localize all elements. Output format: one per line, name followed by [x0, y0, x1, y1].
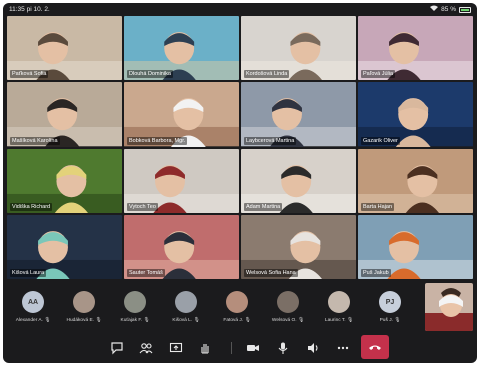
tray-participant[interactable]: AA Alexander A. 🎙: [13, 285, 53, 329]
participant-name: Kišová Laura: [10, 269, 47, 277]
tray-participant-name: Kuťajak F. 🎙: [120, 318, 150, 323]
video-tile[interactable]: Kordošová Linda: [241, 16, 356, 81]
participant-name: Kordošová Linda: [244, 70, 290, 79]
more-icon: [337, 346, 349, 350]
tray-participant-name: Kišová L. 🎙: [172, 318, 200, 323]
call-controls: [3, 333, 477, 363]
tray-participant[interactable]: Fatová J. 🎙: [217, 285, 257, 329]
video-tile[interactable]: Dlouhá Dominika: [124, 16, 239, 81]
chat-icon: [111, 342, 123, 355]
speaker-icon: [308, 343, 318, 353]
participant-name: Gazarik Oliver: [361, 136, 400, 145]
battery-icon: [459, 6, 471, 13]
more-button[interactable]: [333, 339, 353, 357]
video-grid: Paťková Sofia Dlouhá Dominika Kordošová Li…: [7, 16, 473, 281]
tray-participant-name: Laurinc T. 🎙: [324, 318, 354, 323]
clock: 11:35: [9, 6, 25, 13]
share-screen-button[interactable]: [166, 339, 186, 357]
tray-participant-name: Hudáková E. 🎙: [66, 318, 102, 323]
chat-button[interactable]: [107, 339, 127, 357]
divider: [231, 342, 232, 354]
speaker-button[interactable]: [303, 339, 323, 357]
avatar: [124, 291, 146, 313]
participant-name: Vidiška Richard: [10, 202, 53, 211]
video-tile[interactable]: Vidiška Richard: [7, 148, 122, 213]
share-screen-icon: [169, 342, 183, 353]
tray-participant[interactable]: Kuťajak F. 🎙: [115, 285, 155, 329]
meeting-window: 11:35 pi 10. 2. 85 % Paťková Sofia Dlouhá…: [3, 3, 477, 363]
wifi-icon: [430, 3, 439, 16]
date: pi 10. 2.: [26, 6, 50, 13]
video-tile[interactable]: Vytoch Teo: [124, 148, 239, 213]
participant-name: Bobková Barbora, Mgr.: [127, 136, 188, 145]
video-tile[interactable]: Adam Martina: [241, 148, 356, 213]
tray-participant-name: Welsová O. 🎙: [271, 318, 305, 323]
avatar: [226, 291, 248, 313]
camera-icon: [247, 345, 259, 351]
avatar: [277, 291, 299, 313]
tray-participant-name: Puš J. 🎙: [379, 318, 401, 323]
hang-up-icon: [369, 345, 381, 350]
participant-name: Paľová Júlia: [361, 70, 396, 79]
participant-name: Dlouhá Dominika: [127, 70, 173, 79]
microphone-icon: [278, 342, 288, 354]
status-bar: 11:35 pi 10. 2. 85 %: [3, 3, 477, 16]
tray-participant[interactable]: PJ Puš J. 🎙: [370, 285, 410, 329]
avatar: PJ: [379, 291, 401, 313]
participant-name: Paťková Sofia: [10, 70, 49, 79]
participant-name: Mašíková Karolína: [10, 136, 60, 145]
tray-participant[interactable]: Laurinc T. 🎙: [319, 285, 359, 329]
participants-icon: [139, 343, 153, 354]
tray-participant-name: Alexander A. 🎙: [15, 318, 51, 323]
video-tile[interactable]: Puš Jakub: [358, 214, 473, 279]
camera-button[interactable]: [243, 339, 263, 357]
video-tile[interactable]: Laybcerová Martina: [241, 82, 356, 147]
participant-tray: AA Alexander A. 🎙 Hudáková E. 🎙 Kuťajak F. …: [7, 283, 473, 331]
participant-name: Sauter Tomáš: [127, 269, 165, 277]
tray-participant[interactable]: Kišová L. 🎙: [166, 285, 206, 329]
avatar: [73, 291, 95, 313]
participant-name: Laybcerová Martina: [244, 136, 297, 145]
video-tile[interactable]: Barta Hajan: [358, 148, 473, 213]
raise-hand-button[interactable]: [195, 339, 215, 357]
hang-up-button[interactable]: [361, 335, 389, 359]
microphone-button[interactable]: [273, 339, 293, 357]
video-tile[interactable]: Kišová Laura: [7, 214, 122, 279]
participant-name: Puš Jakub: [361, 269, 391, 277]
avatar: [328, 291, 350, 313]
participant-name: Barta Hajan: [361, 202, 395, 211]
self-video-tile[interactable]: [425, 283, 473, 331]
video-tile[interactable]: Bobková Barbora, Mgr.: [124, 82, 239, 147]
battery-percent: 85 %: [441, 6, 456, 13]
tray-participant[interactable]: Welsová O. 🎙: [268, 285, 308, 329]
video-tile[interactable]: Mašíková Karolína: [7, 82, 122, 147]
avatar: AA: [22, 291, 44, 313]
video-tile[interactable]: Paľová Júlia: [358, 16, 473, 81]
video-tile[interactable]: Gazarik Oliver: [358, 82, 473, 147]
video-tile[interactable]: Welsová Sofia Hana: [241, 214, 356, 279]
tray-participant[interactable]: Hudáková E. 🎙: [64, 285, 104, 329]
avatar: [175, 291, 197, 313]
tray-participant-name: Fatová J. 🎙: [223, 318, 251, 323]
participant-name: Welsová Sofia Hana: [244, 269, 298, 277]
raise-hand-icon: [201, 344, 209, 354]
participant-name: Vytoch Teo: [127, 202, 158, 211]
participants-button[interactable]: [136, 339, 156, 357]
video-tile[interactable]: Sauter Tomáš: [124, 214, 239, 279]
participant-name: Adam Martina: [244, 202, 283, 211]
video-tile[interactable]: Paťková Sofia: [7, 16, 122, 81]
